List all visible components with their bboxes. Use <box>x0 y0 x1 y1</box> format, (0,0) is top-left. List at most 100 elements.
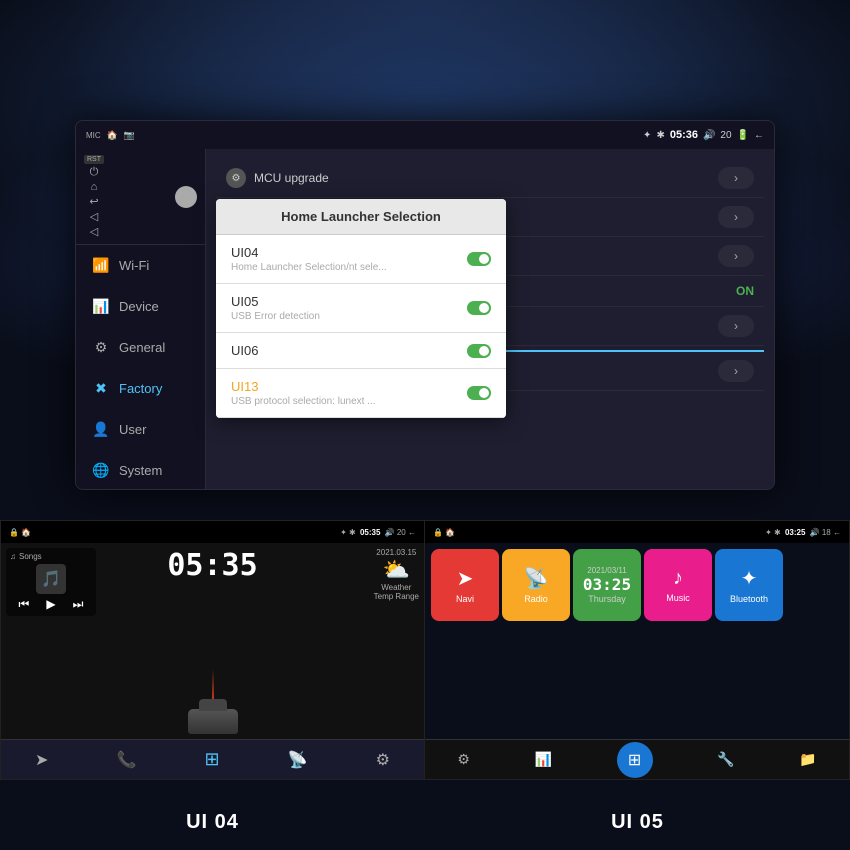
ui04-big-time: 05:35 <box>167 548 257 583</box>
sidebar-item-system[interactable]: 🌐 System <box>76 450 205 490</box>
music-album-art: 🎵 <box>36 564 66 594</box>
wifi-circle <box>175 186 197 208</box>
play-icon[interactable]: ▶ <box>46 597 55 612</box>
weather-widget: 2021.03.15 ⛅ Weather Temp Range <box>374 548 419 601</box>
app-navi[interactable]: ➤ Navi <box>431 549 499 621</box>
mcu-row-left: ⚙ MCU upgrade <box>226 168 329 188</box>
dropdown-item-ui04[interactable]: UI04 Home Launcher Selection/nt sele... <box>216 235 506 284</box>
menu-row-mcu: ⚙ MCU upgrade › <box>216 159 764 198</box>
usb-error-toggle[interactable]: ON <box>736 284 754 298</box>
mic-label: MIC <box>86 131 101 140</box>
next-icon[interactable]: ⏭ <box>73 597 84 612</box>
sidebar-wifi-label: Wi-Fi <box>119 258 149 273</box>
ui04-nav: ➤ 📞 ⊞ 📡 ⚙ <box>1 739 424 779</box>
ui04-batt: 20 <box>397 528 406 537</box>
ui06-label: UI06 <box>231 343 258 358</box>
ui13-arrow[interactable]: › <box>718 245 754 267</box>
dropdown-item-ui05[interactable]: UI05 USB Error detection <box>216 284 506 333</box>
content-area: ⚙ MCU upgrade › › UI13 › USB Error detec… <box>206 149 774 489</box>
sidebar-item-general[interactable]: ⚙ General <box>76 327 205 368</box>
home-sidebar-icon[interactable]: ⌂ <box>91 181 98 193</box>
ui04-back-icon[interactable]: ← <box>408 528 416 537</box>
ui05-back-icon[interactable]: ← <box>833 528 841 537</box>
ui04-nav-phone[interactable]: 📞 <box>117 750 137 770</box>
ui05-batt: 18 <box>822 528 831 537</box>
ui05-toggle[interactable] <box>467 301 491 315</box>
mcu-icon: ⚙ <box>226 168 246 188</box>
sidebar-item-device[interactable]: 📊 Device <box>76 286 205 327</box>
ui05-nav-settings[interactable]: ⚙ <box>457 751 470 768</box>
user-icon: 👤 <box>91 421 111 438</box>
ui06-item-left: UI06 <box>231 343 258 358</box>
sidebar-device-label: Device <box>119 299 159 314</box>
sidebar-item-factory[interactable]: ✖ Factory <box>76 368 205 409</box>
music-app-label: Music <box>666 593 690 603</box>
row2-arrow[interactable]: › <box>718 206 754 228</box>
ui05-nav: ⚙ 📊 ⊞ 🔧 📁 <box>425 739 849 779</box>
ui05-home-icon: 🏠 <box>445 528 455 537</box>
ui04-sub: Home Launcher Selection/nt sele... <box>231 262 387 273</box>
ui04-nav-signal[interactable]: 📡 <box>288 750 308 770</box>
status-left: MIC 🏠 📷 <box>86 130 135 141</box>
vol-down-icon[interactable]: ◁ <box>90 210 98 223</box>
weather-sub: Temp Range <box>374 592 419 601</box>
main-screen: MIC 🏠 📷 ✦ ✱ 05:36 🔊 20 🔋 ← RST ⏻ ⌂ ↩ ◁ ◁ <box>75 120 775 490</box>
ui05-nav-gear[interactable]: 🔧 <box>717 751 734 768</box>
ui05-nav-stats[interactable]: 📊 <box>535 751 552 768</box>
usb-proto-arrow[interactable]: › <box>718 315 754 337</box>
ui13-item-left: UI13 USB protocol selection: lunext ... <box>231 379 376 407</box>
status-time: 05:36 <box>670 129 698 141</box>
dropdown-item-ui13[interactable]: UI13 USB protocol selection: lunext ... <box>216 369 506 418</box>
ui13-sub: USB protocol selection: lunext ... <box>231 396 376 407</box>
app-bluetooth[interactable]: ✦ Bluetooth <box>715 549 783 621</box>
bottom-screens: 🔒 🏠 ✦ ✱ 05:35 🔊 20 ← ♫ <box>0 520 850 795</box>
home-icon: 🏠 <box>107 130 118 141</box>
ui05-nav-files[interactable]: 📁 <box>799 751 816 768</box>
music-controls[interactable]: ⏮ ▶ ⏭ <box>10 597 92 612</box>
bt-app-icon: ✦ <box>741 566 758 591</box>
mcu-arrow[interactable]: › <box>718 167 754 189</box>
export-arrow[interactable]: › <box>718 360 754 382</box>
sidebar-item-user[interactable]: 👤 User <box>76 409 205 450</box>
vol-up-icon[interactable]: ◁ <box>90 225 98 238</box>
ui04-wifi-icon: ✱ <box>349 528 356 537</box>
back-icon[interactable]: ← <box>754 130 764 141</box>
music-widget: ♫ Songs 🎵 ⏮ ▶ ⏭ <box>6 548 96 616</box>
ui04-status-bar: 🔒 🏠 ✦ ✱ 05:35 🔊 20 ← <box>1 521 424 543</box>
ui04-toggle[interactable] <box>467 252 491 266</box>
ui04-home-icon: 🏠 <box>21 528 31 537</box>
general-icon: ⚙ <box>91 339 111 356</box>
sidebar-system-label: System <box>119 463 162 478</box>
prev-icon[interactable]: ⏮ <box>19 597 30 612</box>
status-right: ✦ ✱ 05:36 🔊 20 🔋 ← <box>643 129 764 141</box>
app-radio[interactable]: 📡 Radio <box>502 549 570 621</box>
power-icon[interactable]: ⏻ <box>90 166 99 179</box>
mcu-label: MCU upgrade <box>254 171 329 185</box>
ui04-item-left: UI04 Home Launcher Selection/nt sele... <box>231 245 387 273</box>
music-title: ♫ Songs <box>10 552 92 561</box>
radio-icon: 📡 <box>524 566 549 591</box>
camera-icon: 📷 <box>124 130 135 141</box>
ui05-screen: 🔒 🏠 ✦ ✱ 03:25 🔊 18 ← ➤ Navi <box>425 520 850 780</box>
ui04-nav-home[interactable]: ⊞ <box>204 749 219 770</box>
ui05-lock-icon: 🔒 <box>433 528 443 537</box>
factory-icon: ✖ <box>91 380 111 397</box>
ui06-toggle[interactable] <box>467 344 491 358</box>
app-clock[interactable]: 2021/03/11 03:25 Thursday <box>573 549 641 621</box>
ui05-nav-home[interactable]: ⊞ <box>617 742 653 778</box>
ui04-nav-navi[interactable]: ➤ <box>35 750 48 770</box>
navi-icon: ➤ <box>457 566 474 591</box>
app-grid: ➤ Navi 📡 Radio 2021/03/11 03:25 Thursday… <box>425 543 849 627</box>
bluetooth-icon: ✦ <box>643 130 651 141</box>
back-sidebar-icon[interactable]: ↩ <box>89 195 98 208</box>
ui13-toggle[interactable] <box>467 386 491 400</box>
ui04-nav-settings[interactable]: ⚙ <box>376 750 390 770</box>
music-title-text: Songs <box>19 552 42 561</box>
ui04-status-left: 🔒 🏠 <box>9 528 31 537</box>
app-music[interactable]: ♪ Music <box>644 549 712 621</box>
ui05-bt-icon: ✦ <box>765 528 772 537</box>
sidebar-item-wifi[interactable]: 📶 Wi-Fi <box>76 245 205 286</box>
weather-icon: ⛅ <box>374 557 419 583</box>
dropdown-item-ui06[interactable]: UI06 <box>216 333 506 369</box>
sidebar-factory-label: Factory <box>119 381 162 396</box>
